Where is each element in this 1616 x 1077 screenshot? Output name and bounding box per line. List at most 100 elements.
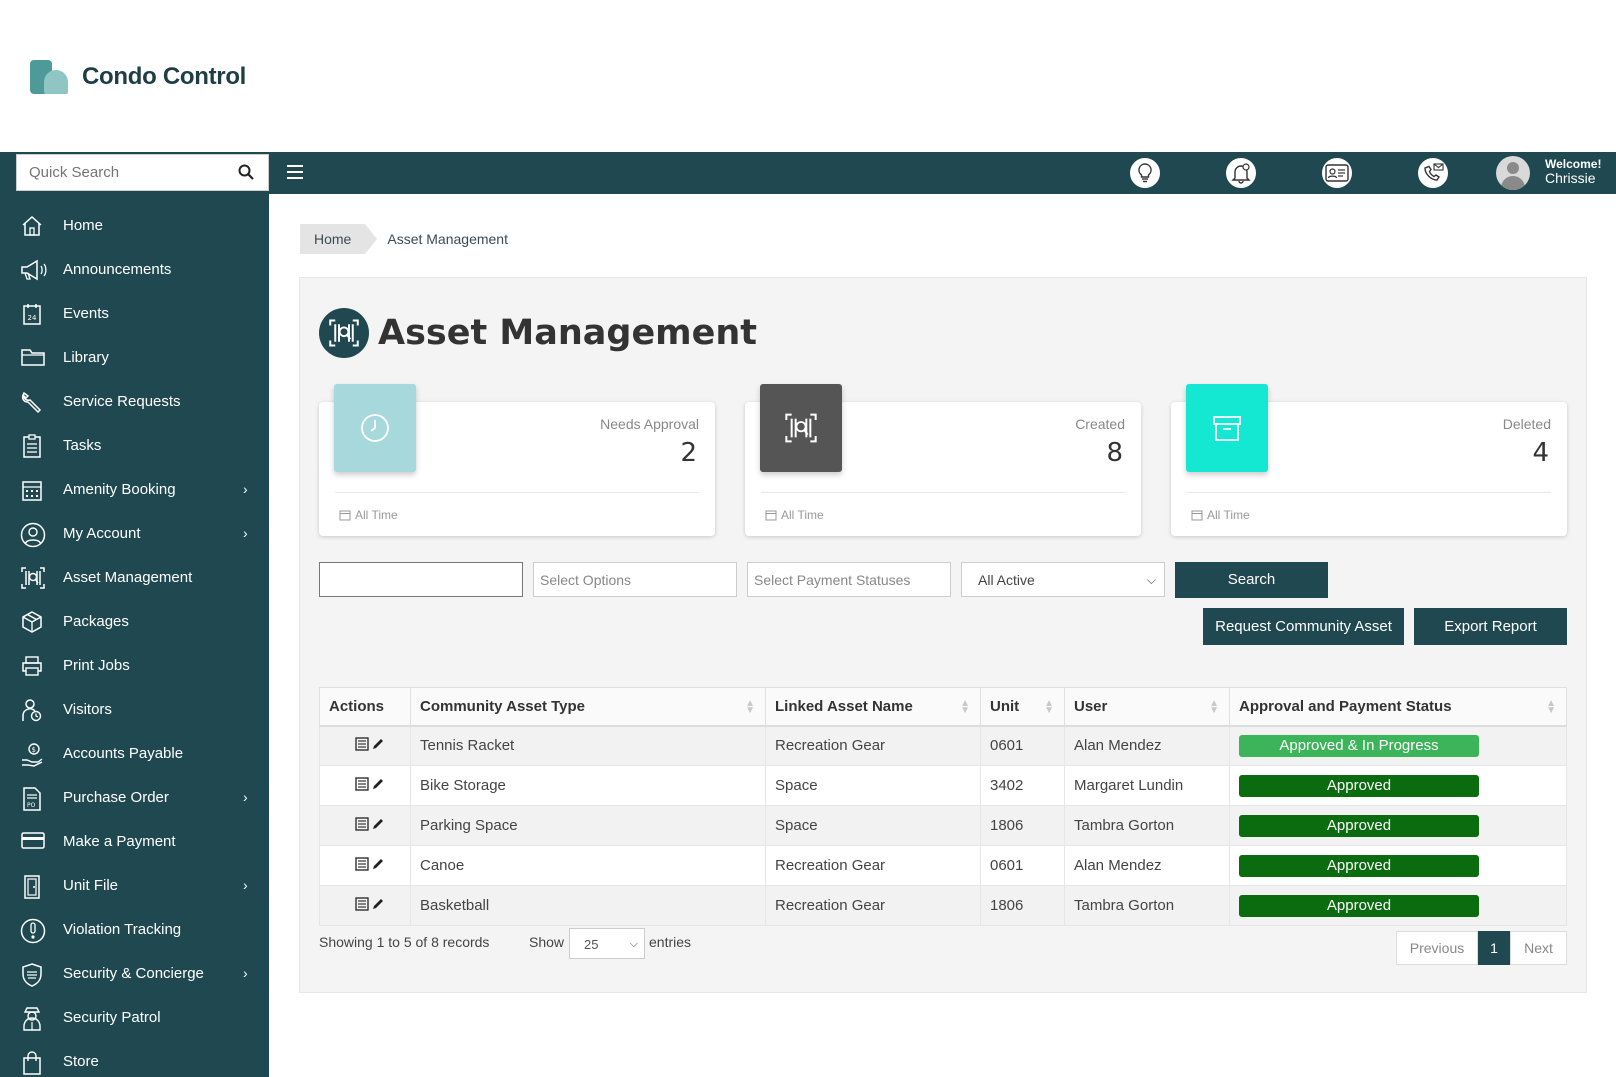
cell-user: Alan Mendez xyxy=(1064,725,1230,766)
status-badge: Approved xyxy=(1239,774,1479,797)
details-icon[interactable] xyxy=(354,776,369,795)
calendar-grid-icon xyxy=(20,478,46,502)
sidebar-item-make-a-payment[interactable]: Make a Payment xyxy=(0,822,269,862)
sidebar-item-security-patrol[interactable]: Security Patrol xyxy=(0,998,269,1038)
sidebar-item-violation-tracking[interactable]: Violation Tracking xyxy=(0,910,269,950)
filter-status-dropdown[interactable]: All Active ⌵ xyxy=(961,562,1165,597)
edit-icon[interactable] xyxy=(371,777,385,795)
sidebar-item-accounts-payable[interactable]: $ Accounts Payable xyxy=(0,734,269,774)
sidebar-item-store[interactable]: Store xyxy=(0,1042,269,1077)
sidebar-item-amenity-booking[interactable]: Amenity Booking › xyxy=(0,470,269,510)
pagination-previous[interactable]: Previous xyxy=(1396,931,1478,965)
sidebar-item-library[interactable]: Library xyxy=(0,338,269,378)
filter-options-select[interactable]: Select Options xyxy=(533,562,737,597)
sidebar-item-security-concierge[interactable]: Security & Concierge › xyxy=(0,954,269,994)
barcode-scan-icon xyxy=(760,384,842,472)
cell-linked-asset: Recreation Gear xyxy=(765,845,981,886)
details-icon[interactable] xyxy=(354,896,369,915)
row-actions xyxy=(319,725,411,766)
menu-toggle-icon[interactable] xyxy=(287,165,303,183)
row-actions xyxy=(319,805,411,846)
stat-card-created[interactable]: Created 8 All Time xyxy=(745,384,1141,536)
request-community-asset-button[interactable]: Request Community Asset xyxy=(1203,608,1404,645)
lightbulb-icon[interactable] xyxy=(1128,156,1162,190)
logo-area: Condo Control xyxy=(0,0,1616,152)
sidebar-item-asset-management[interactable]: Asset Management xyxy=(0,558,269,598)
table-row: Tennis Racket Recreation Gear 0601 Alan Men… xyxy=(319,725,1567,766)
printer-icon xyxy=(20,654,46,678)
sidebar-item-label: Store xyxy=(63,1053,99,1070)
column-header-asset-type[interactable]: Community Asset Type ▲ ▼ xyxy=(410,687,766,727)
table-row: Parking Space Space 1806 Tambra Gorton Appro… xyxy=(319,805,1567,846)
sidebar-item-my-account[interactable]: My Account › xyxy=(0,514,269,554)
column-header-status[interactable]: Approval and Payment Status ▲ ▼ xyxy=(1229,687,1567,727)
pagination-next[interactable]: Next xyxy=(1510,931,1567,965)
clipboard-icon xyxy=(20,434,46,458)
details-icon[interactable] xyxy=(354,816,369,835)
filter-text-input[interactable] xyxy=(319,562,523,597)
stat-footer: All Time xyxy=(1191,508,1250,522)
stat-card-needs-approval[interactable]: Needs Approval 2 All Time xyxy=(319,384,715,536)
edit-icon[interactable] xyxy=(371,817,385,835)
calendar-icon xyxy=(1191,510,1203,521)
sidebar-item-label: Violation Tracking xyxy=(63,921,182,938)
stat-value: 4 xyxy=(1532,438,1549,468)
sidebar-item-label: Visitors xyxy=(63,701,112,718)
sidebar-item-announcements[interactable]: Announcements xyxy=(0,250,269,290)
avatar[interactable] xyxy=(1496,156,1530,190)
search-icon[interactable] xyxy=(238,164,254,185)
sidebar-item-purchase-order[interactable]: PO Purchase Order › xyxy=(0,778,269,818)
quick-search-input[interactable] xyxy=(17,155,227,190)
page-header: Asset Management xyxy=(319,308,757,358)
sidebar-item-label: Amenity Booking xyxy=(63,481,176,498)
table-row: Basketball Recreation Gear 1806 Tambra Gort… xyxy=(319,885,1567,926)
column-header-unit[interactable]: Unit ▲ ▼ xyxy=(980,687,1065,727)
sidebar-item-service-requests[interactable]: Service Requests xyxy=(0,382,269,422)
chevron-down-icon: ⌵ xyxy=(1146,573,1156,587)
stat-card-deleted[interactable]: Deleted 4 All Time xyxy=(1171,384,1567,536)
sidebar-item-packages[interactable]: Packages xyxy=(0,602,269,642)
filter-payment-status-select[interactable]: Select Payment Statuses xyxy=(747,562,951,597)
row-actions xyxy=(319,845,411,886)
shopping-bag-icon xyxy=(20,1050,46,1075)
package-icon xyxy=(20,610,46,634)
details-icon[interactable] xyxy=(354,856,369,875)
sidebar-item-unit-file[interactable]: Unit File › xyxy=(0,866,269,906)
details-icon[interactable] xyxy=(354,737,369,755)
cell-asset-type: Parking Space xyxy=(410,805,766,846)
search-button[interactable]: Search xyxy=(1175,562,1328,598)
cell-user: Tambra Gorton xyxy=(1064,805,1230,846)
notification-bell-icon[interactable] xyxy=(1224,156,1258,190)
edit-icon[interactable] xyxy=(371,857,385,875)
sidebar-item-label: Library xyxy=(63,349,109,366)
page-size-select[interactable]: 25 ⌵ xyxy=(569,928,645,959)
column-header-user[interactable]: User ▲ ▼ xyxy=(1064,687,1230,727)
table-row: Bike Storage Space 3402 Margaret Lundin Appr… xyxy=(319,765,1567,806)
export-report-button[interactable]: Export Report xyxy=(1414,608,1567,645)
archive-box-icon xyxy=(1186,384,1268,472)
chevron-right-icon: › xyxy=(243,877,248,893)
edit-icon[interactable] xyxy=(371,897,385,915)
table-info: Showing 1 to 5 of 8 records xyxy=(319,934,490,950)
edit-icon[interactable] xyxy=(371,737,385,755)
pagination-page-1[interactable]: 1 xyxy=(1478,931,1510,965)
brand-logo[interactable]: Condo Control xyxy=(30,60,246,94)
sidebar-item-print-jobs[interactable]: Print Jobs xyxy=(0,646,269,686)
cell-asset-type: Bike Storage xyxy=(410,765,766,806)
welcome-user[interactable]: Welcome! Chrissie xyxy=(1545,157,1601,185)
sidebar-item-events[interactable]: 24 Events xyxy=(0,294,269,334)
sidebar-item-visitors[interactable]: Visitors xyxy=(0,690,269,730)
barcode-scan-icon xyxy=(20,566,46,590)
sidebar-item-label: Security Patrol xyxy=(63,1009,161,1026)
home-icon xyxy=(20,214,46,238)
column-header-linked-asset[interactable]: Linked Asset Name ▲ ▼ xyxy=(765,687,981,727)
sidebar-item-tasks[interactable]: Tasks xyxy=(0,426,269,466)
brand-name: Condo Control xyxy=(82,63,247,90)
table-header-row: Actions Community Asset Type ▲ ▼ Linked As… xyxy=(319,687,1567,727)
sidebar-item-home[interactable]: Home xyxy=(0,206,269,246)
cell-asset-type: Canoe xyxy=(410,845,766,886)
phone-mail-icon[interactable] xyxy=(1416,156,1450,190)
breadcrumb-home[interactable]: Home xyxy=(300,224,378,254)
chevron-right-icon: › xyxy=(243,965,248,981)
contact-card-icon[interactable] xyxy=(1320,156,1354,190)
